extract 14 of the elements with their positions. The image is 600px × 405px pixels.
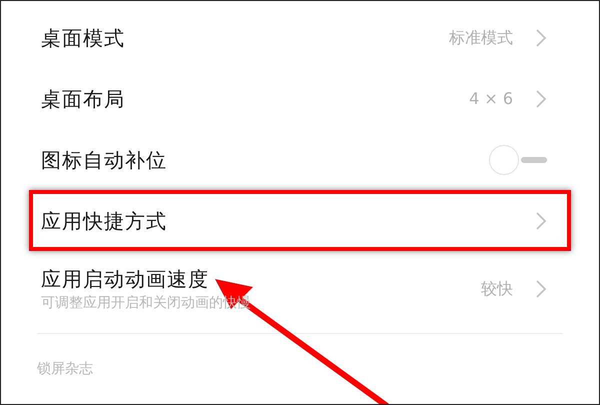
setting-title[interactable]: 图标自动补位	[41, 146, 167, 174]
setting-value: 4 × 6	[469, 88, 513, 110]
setting-value: 较快	[481, 278, 513, 300]
setting-value: 标准模式	[449, 26, 513, 48]
setting-title[interactable]: 桌面模式	[41, 24, 125, 52]
setting-title[interactable]: 桌面布局	[41, 84, 125, 112]
chevron-icon	[535, 279, 547, 299]
setting-title[interactable]: 应用启动动画速度	[41, 265, 251, 293]
chevron-icon	[535, 88, 547, 108]
chevron-icon	[535, 28, 547, 48]
toggle-switch[interactable]	[489, 144, 547, 174]
setting-title[interactable]: 应用快捷方式	[41, 206, 167, 234]
section-header: 锁屏杂志	[37, 361, 93, 377]
chevron-icon	[535, 210, 547, 230]
